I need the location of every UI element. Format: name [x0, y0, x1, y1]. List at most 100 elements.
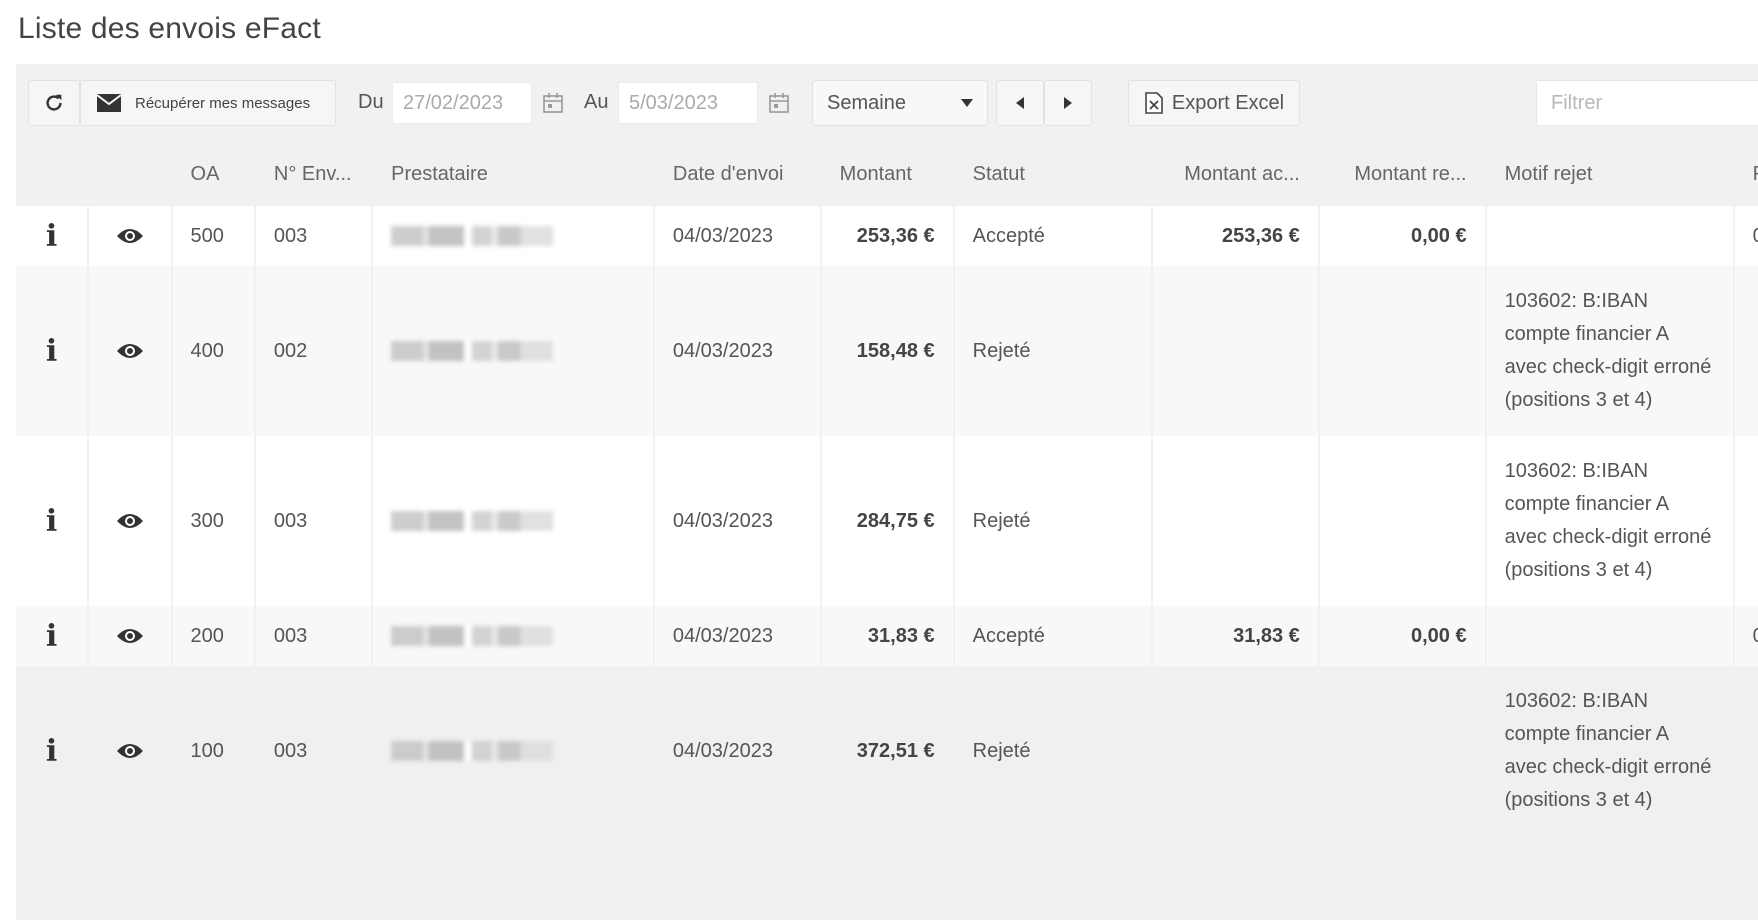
col-montant-rejete-header[interactable]: Montant re... [1318, 142, 1487, 206]
cell-montant-accepte [1152, 266, 1320, 436]
col-view [88, 142, 173, 206]
cell-date-envoi: 04/03/2023 [653, 606, 822, 666]
redacted-name [391, 226, 554, 247]
cell-montant-accepte [1152, 436, 1320, 606]
cell-montant-accepte: 31,83 € [1152, 606, 1320, 666]
previous-period-button[interactable] [996, 80, 1044, 126]
fetch-messages-button[interactable]: Récupérer mes messages [80, 80, 336, 126]
to-calendar-button[interactable] [758, 82, 800, 124]
col-montant-header[interactable]: Montant [820, 142, 955, 206]
envelope-icon [97, 94, 121, 112]
cell-num-env: 002 [254, 266, 374, 436]
eye-icon [116, 344, 143, 358]
cell-statut: Accepté [953, 206, 1154, 266]
table-row[interactable]: i 300 003 04/03/2023 284,75 € Rejeté 103… [16, 436, 1758, 606]
table-row[interactable]: i 400 002 04/03/2023 158,48 € Rejeté 103… [16, 266, 1758, 436]
envois-table: OA N° Env... Prestataire Date d'envoi Mo… [16, 142, 1758, 836]
table-row[interactable]: i 500 003 04/03/2023 253,36 € Accepté 25… [16, 206, 1758, 266]
cell-montant: 31,83 € [820, 606, 955, 666]
info-icon: i [45, 503, 58, 539]
view-button[interactable] [88, 436, 173, 606]
info-icon: i [45, 333, 58, 369]
col-montant-accepte-header[interactable]: Montant ac... [1152, 142, 1320, 206]
refresh-button[interactable] [28, 80, 80, 126]
from-calendar-button[interactable] [532, 82, 574, 124]
col-num-env-header[interactable]: N° Env... [254, 142, 374, 206]
cell-oa: 200 [171, 606, 256, 666]
cell-prestataire [372, 436, 655, 606]
cell-statut: Rejeté [953, 266, 1154, 436]
cell-date-envoi: 04/03/2023 [653, 266, 822, 436]
redacted-name [391, 626, 554, 647]
calendar-icon [543, 93, 563, 113]
cell-date-envoi: 04/03/2023 [653, 666, 822, 836]
cell-oa: 400 [171, 266, 256, 436]
cell-extra [1733, 666, 1758, 836]
info-button[interactable]: i [16, 266, 90, 436]
cell-oa: 100 [171, 666, 256, 836]
cell-prestataire [372, 266, 655, 436]
cell-num-env: 003 [254, 606, 374, 666]
col-motif-rejet-header[interactable]: Motif rejet [1485, 142, 1735, 206]
caret-right-icon [1064, 97, 1072, 109]
cell-num-env: 003 [254, 436, 374, 606]
table-row[interactable]: i 100 003 04/03/2023 372,51 € Rejeté 103… [16, 666, 1758, 836]
export-excel-label: Export Excel [1171, 91, 1285, 114]
view-button[interactable] [88, 666, 173, 836]
col-info [16, 142, 90, 206]
eye-icon [116, 514, 143, 528]
cell-montant: 284,75 € [820, 436, 955, 606]
cell-prestataire [372, 666, 655, 836]
info-button[interactable]: i [16, 606, 90, 666]
cell-montant-accepte: 253,36 € [1152, 206, 1320, 266]
view-button[interactable] [88, 206, 173, 266]
cell-motif-rejet: 103602: B:IBAN compte financier A avec c… [1485, 666, 1735, 836]
from-date-input[interactable] [392, 82, 532, 124]
header-row: OA N° Env... Prestataire Date d'envoi Mo… [16, 142, 1758, 206]
filter-input[interactable] [1536, 80, 1758, 126]
cell-num-env: 003 [254, 206, 374, 266]
refresh-icon [46, 94, 62, 111]
redacted-name [391, 741, 554, 762]
cell-motif-rejet [1485, 206, 1735, 266]
next-period-button[interactable] [1044, 80, 1092, 126]
to-date-input[interactable] [618, 82, 758, 124]
cell-oa: 300 [171, 436, 256, 606]
cell-num-env: 003 [254, 666, 374, 836]
to-label: Au [584, 91, 609, 113]
col-prestataire-header[interactable]: Prestataire [372, 142, 655, 206]
cell-montant-rejete [1318, 266, 1487, 436]
view-button[interactable] [88, 266, 173, 436]
eye-icon [116, 744, 143, 758]
cell-prestataire [372, 206, 655, 266]
export-excel-button[interactable]: Export Excel [1128, 80, 1300, 126]
col-date-envoi-header[interactable]: Date d'envoi [653, 142, 822, 206]
info-icon: i [45, 733, 58, 769]
cell-statut: Accepté [953, 606, 1154, 666]
toolbar: Récupérer mes messages Du Au [16, 64, 1758, 140]
page-title: Liste des envois eFact [18, 12, 321, 45]
col-extra-header[interactable]: F [1733, 142, 1758, 206]
info-button[interactable]: i [16, 436, 90, 606]
period-select[interactable]: Semaine [812, 80, 988, 126]
cell-montant: 372,51 € [820, 666, 955, 836]
redacted-name [391, 511, 554, 532]
col-oa-header[interactable]: OA [171, 142, 256, 206]
cell-motif-rejet: 103602: B:IBAN compte financier A avec c… [1485, 436, 1735, 606]
cell-montant-rejete [1318, 436, 1487, 606]
cell-prestataire [372, 606, 655, 666]
info-button[interactable]: i [16, 206, 90, 266]
calendar-icon [769, 93, 789, 113]
view-button[interactable] [88, 606, 173, 666]
col-statut-header[interactable]: Statut [953, 142, 1154, 206]
cell-montant: 158,48 € [820, 266, 955, 436]
cell-statut: Rejeté [953, 436, 1154, 606]
cell-montant-rejete: 0,00 € [1318, 606, 1487, 666]
table-row[interactable]: i 200 003 04/03/2023 31,83 € Accepté 31,… [16, 606, 1758, 666]
caret-down-icon [961, 99, 973, 107]
excel-file-icon [1145, 92, 1163, 114]
cell-motif-rejet: 103602: B:IBAN compte financier A avec c… [1485, 266, 1735, 436]
info-button[interactable]: i [16, 666, 90, 836]
grid-panel: Récupérer mes messages Du Au [16, 64, 1758, 920]
info-icon: i [45, 618, 58, 654]
